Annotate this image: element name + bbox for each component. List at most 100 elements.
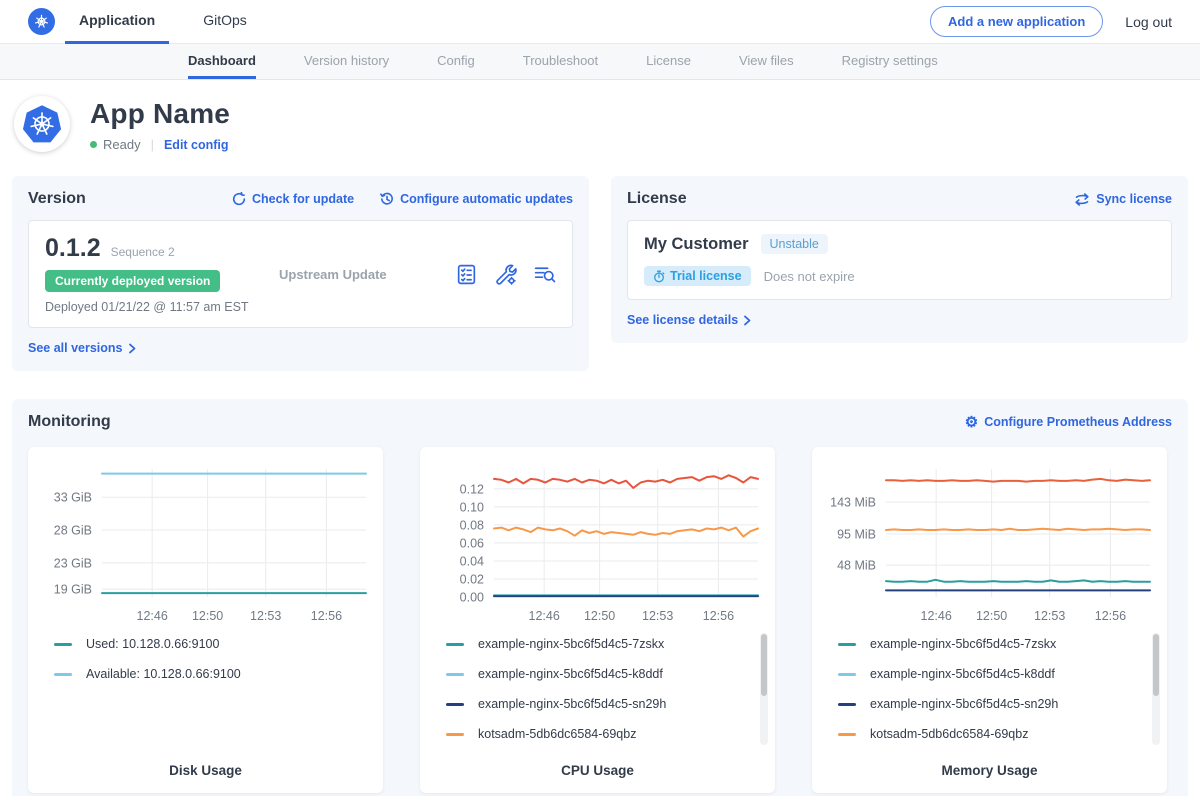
legend-item: kotsadm-5db6dc6584-69qbz (446, 727, 749, 741)
cpu-usage-legend: example-nginx-5bc6f5d4c5-7zskx example-ng… (420, 627, 775, 763)
legend-color-dash (446, 733, 464, 736)
divider: | (151, 137, 154, 152)
svg-text:28 GiB: 28 GiB (53, 524, 91, 538)
license-card-title: License (627, 190, 687, 208)
top-tab-gitops[interactable]: GitOps (189, 0, 261, 44)
add-application-button[interactable]: Add a new application (930, 6, 1103, 37)
legend-scrollbar[interactable] (760, 633, 768, 745)
svg-text:12:53: 12:53 (1034, 609, 1065, 623)
cpu-usage-chart: 0.120.100.080.060.040.020.0012:4612:5012… (420, 447, 775, 793)
svg-text:12:50: 12:50 (975, 609, 1006, 623)
tab-license[interactable]: License (646, 44, 691, 79)
ready-status-label: Ready (103, 137, 141, 152)
svg-text:12:56: 12:56 (1094, 609, 1125, 623)
sync-license-link[interactable]: Sync license (1074, 192, 1172, 206)
chart-title: Memory Usage (812, 763, 1167, 793)
see-license-details-link[interactable]: See license details (627, 313, 1172, 327)
svg-text:48 MiB: 48 MiB (837, 559, 876, 573)
svg-text:12:46: 12:46 (920, 609, 951, 623)
legend-color-dash (838, 673, 856, 676)
preflight-checks-icon[interactable] (455, 263, 478, 286)
memory-usage-chart: 143 MiB95 MiB48 MiB12:4612:5012:5312:56 … (812, 447, 1167, 793)
legend-color-dash (446, 643, 464, 646)
legend-label: kotsadm-5db6dc6584-69qbz (478, 727, 636, 741)
tab-dashboard[interactable]: Dashboard (188, 44, 256, 79)
current-version-panel: 0.1.2 Sequence 2 Currently deployed vers… (28, 220, 573, 328)
configure-automatic-updates-link[interactable]: Configure automatic updates (380, 192, 573, 206)
svg-text:95 MiB: 95 MiB (837, 527, 876, 541)
top-tab-application[interactable]: Application (65, 0, 169, 44)
tab-troubleshoot[interactable]: Troubleshoot (523, 44, 598, 79)
legend-item: example-nginx-5bc6f5d4c5-k8ddf (838, 667, 1141, 681)
chevron-right-icon (743, 315, 752, 326)
kubernetes-logo-icon[interactable] (28, 8, 55, 35)
svg-text:12:46: 12:46 (136, 609, 167, 623)
tab-view-files[interactable]: View files (739, 44, 794, 79)
svg-text:33 GiB: 33 GiB (53, 491, 91, 505)
configure-prometheus-link[interactable]: ⚙ Configure Prometheus Address (965, 415, 1172, 430)
legend-color-dash (54, 673, 72, 676)
config-tools-icon[interactable] (494, 263, 517, 286)
monitoring-section: Monitoring ⚙ Configure Prometheus Addres… (12, 399, 1188, 796)
legend-color-dash (838, 733, 856, 736)
legend-item: example-nginx-5bc6f5d4c5-7zskx (838, 637, 1141, 651)
see-all-versions-label: See all versions (28, 341, 123, 355)
legend-label: example-nginx-5bc6f5d4c5-7zskx (478, 637, 664, 651)
legend-color-dash (838, 703, 856, 706)
version-card: Version Check for update Configure autom… (12, 176, 589, 371)
svg-text:0.08: 0.08 (459, 518, 483, 532)
legend-label: Used: 10.128.0.66:9100 (86, 637, 219, 651)
monitoring-title: Monitoring (28, 413, 111, 431)
app-logo-icon (14, 96, 70, 152)
sync-icon (1074, 193, 1090, 206)
view-logs-icon[interactable] (533, 263, 556, 286)
chevron-right-icon (128, 343, 137, 354)
legend-label: example-nginx-5bc6f5d4c5-k8ddf (478, 667, 663, 681)
gear-icon: ⚙ (965, 415, 978, 430)
legend-color-dash (838, 643, 856, 646)
see-license-details-label: See license details (627, 313, 738, 327)
legend-item: Available: 10.128.0.66:9100 (54, 667, 357, 681)
app-sub-nav: Dashboard Version history Config Troublesho… (0, 44, 1200, 80)
legend-item: example-nginx-5bc6f5d4c5-sn29h (446, 697, 749, 711)
svg-text:23 GiB: 23 GiB (53, 556, 91, 570)
svg-text:12:56: 12:56 (702, 609, 733, 623)
version-number: 0.1.2 (45, 234, 101, 263)
tab-registry-settings[interactable]: Registry settings (842, 44, 938, 79)
svg-text:143 MiB: 143 MiB (830, 496, 876, 510)
svg-text:12:56: 12:56 (310, 609, 341, 623)
ready-status-dot (90, 141, 97, 148)
memory-usage-legend: example-nginx-5bc6f5d4c5-7zskx example-ng… (812, 627, 1167, 763)
chart-title: CPU Usage (420, 763, 775, 793)
svg-text:12:53: 12:53 (642, 609, 673, 623)
legend-item: example-nginx-5bc6f5d4c5-k8ddf (446, 667, 749, 681)
legend-item: Used: 10.128.0.66:9100 (54, 637, 357, 651)
svg-text:0.10: 0.10 (459, 500, 483, 514)
legend-color-dash (446, 703, 464, 706)
legend-item: example-nginx-5bc6f5d4c5-sn29h (838, 697, 1141, 711)
legend-label: example-nginx-5bc6f5d4c5-sn29h (478, 697, 666, 711)
edit-config-link[interactable]: Edit config (164, 138, 229, 152)
license-expiry: Does not expire (764, 269, 855, 284)
legend-label: kotsadm-5db6dc6584-69qbz (870, 727, 1028, 741)
top-nav: ApplicationGitOps Add a new application … (0, 0, 1200, 44)
version-source-label: Upstream Update (275, 234, 455, 314)
channel-badge: Unstable (761, 234, 828, 254)
tab-version-history[interactable]: Version history (304, 44, 389, 79)
see-all-versions-link[interactable]: See all versions (28, 341, 573, 355)
legend-color-dash (446, 673, 464, 676)
chart-title: Disk Usage (28, 763, 383, 793)
tab-config[interactable]: Config (437, 44, 475, 79)
svg-text:19 GiB: 19 GiB (53, 583, 91, 597)
legend-item: example-nginx-5bc6f5d4c5-7zskx (446, 637, 749, 651)
deployed-timestamp: Deployed 01/21/22 @ 11:57 am EST (45, 300, 275, 314)
disk-usage-plot: 33 GiB 28 GiB 23 GiB 19 GiB 12:46 12:50 12:53 1… (36, 459, 376, 627)
logout-button[interactable]: Log out (1125, 14, 1172, 30)
disk-usage-chart: 33 GiB 28 GiB 23 GiB 19 GiB 12:46 12:50 12:53 1… (28, 447, 383, 793)
legend-scrollbar[interactable] (1152, 633, 1160, 745)
check-for-update-link[interactable]: Check for update (232, 192, 354, 206)
svg-text:12:50: 12:50 (583, 609, 614, 623)
svg-text:12:50: 12:50 (191, 609, 222, 623)
memory-usage-plot: 143 MiB 95 MiB 48 MiB 12:46 12:50 12:53 12:56 (820, 459, 1160, 627)
svg-text:12:53: 12:53 (250, 609, 281, 623)
